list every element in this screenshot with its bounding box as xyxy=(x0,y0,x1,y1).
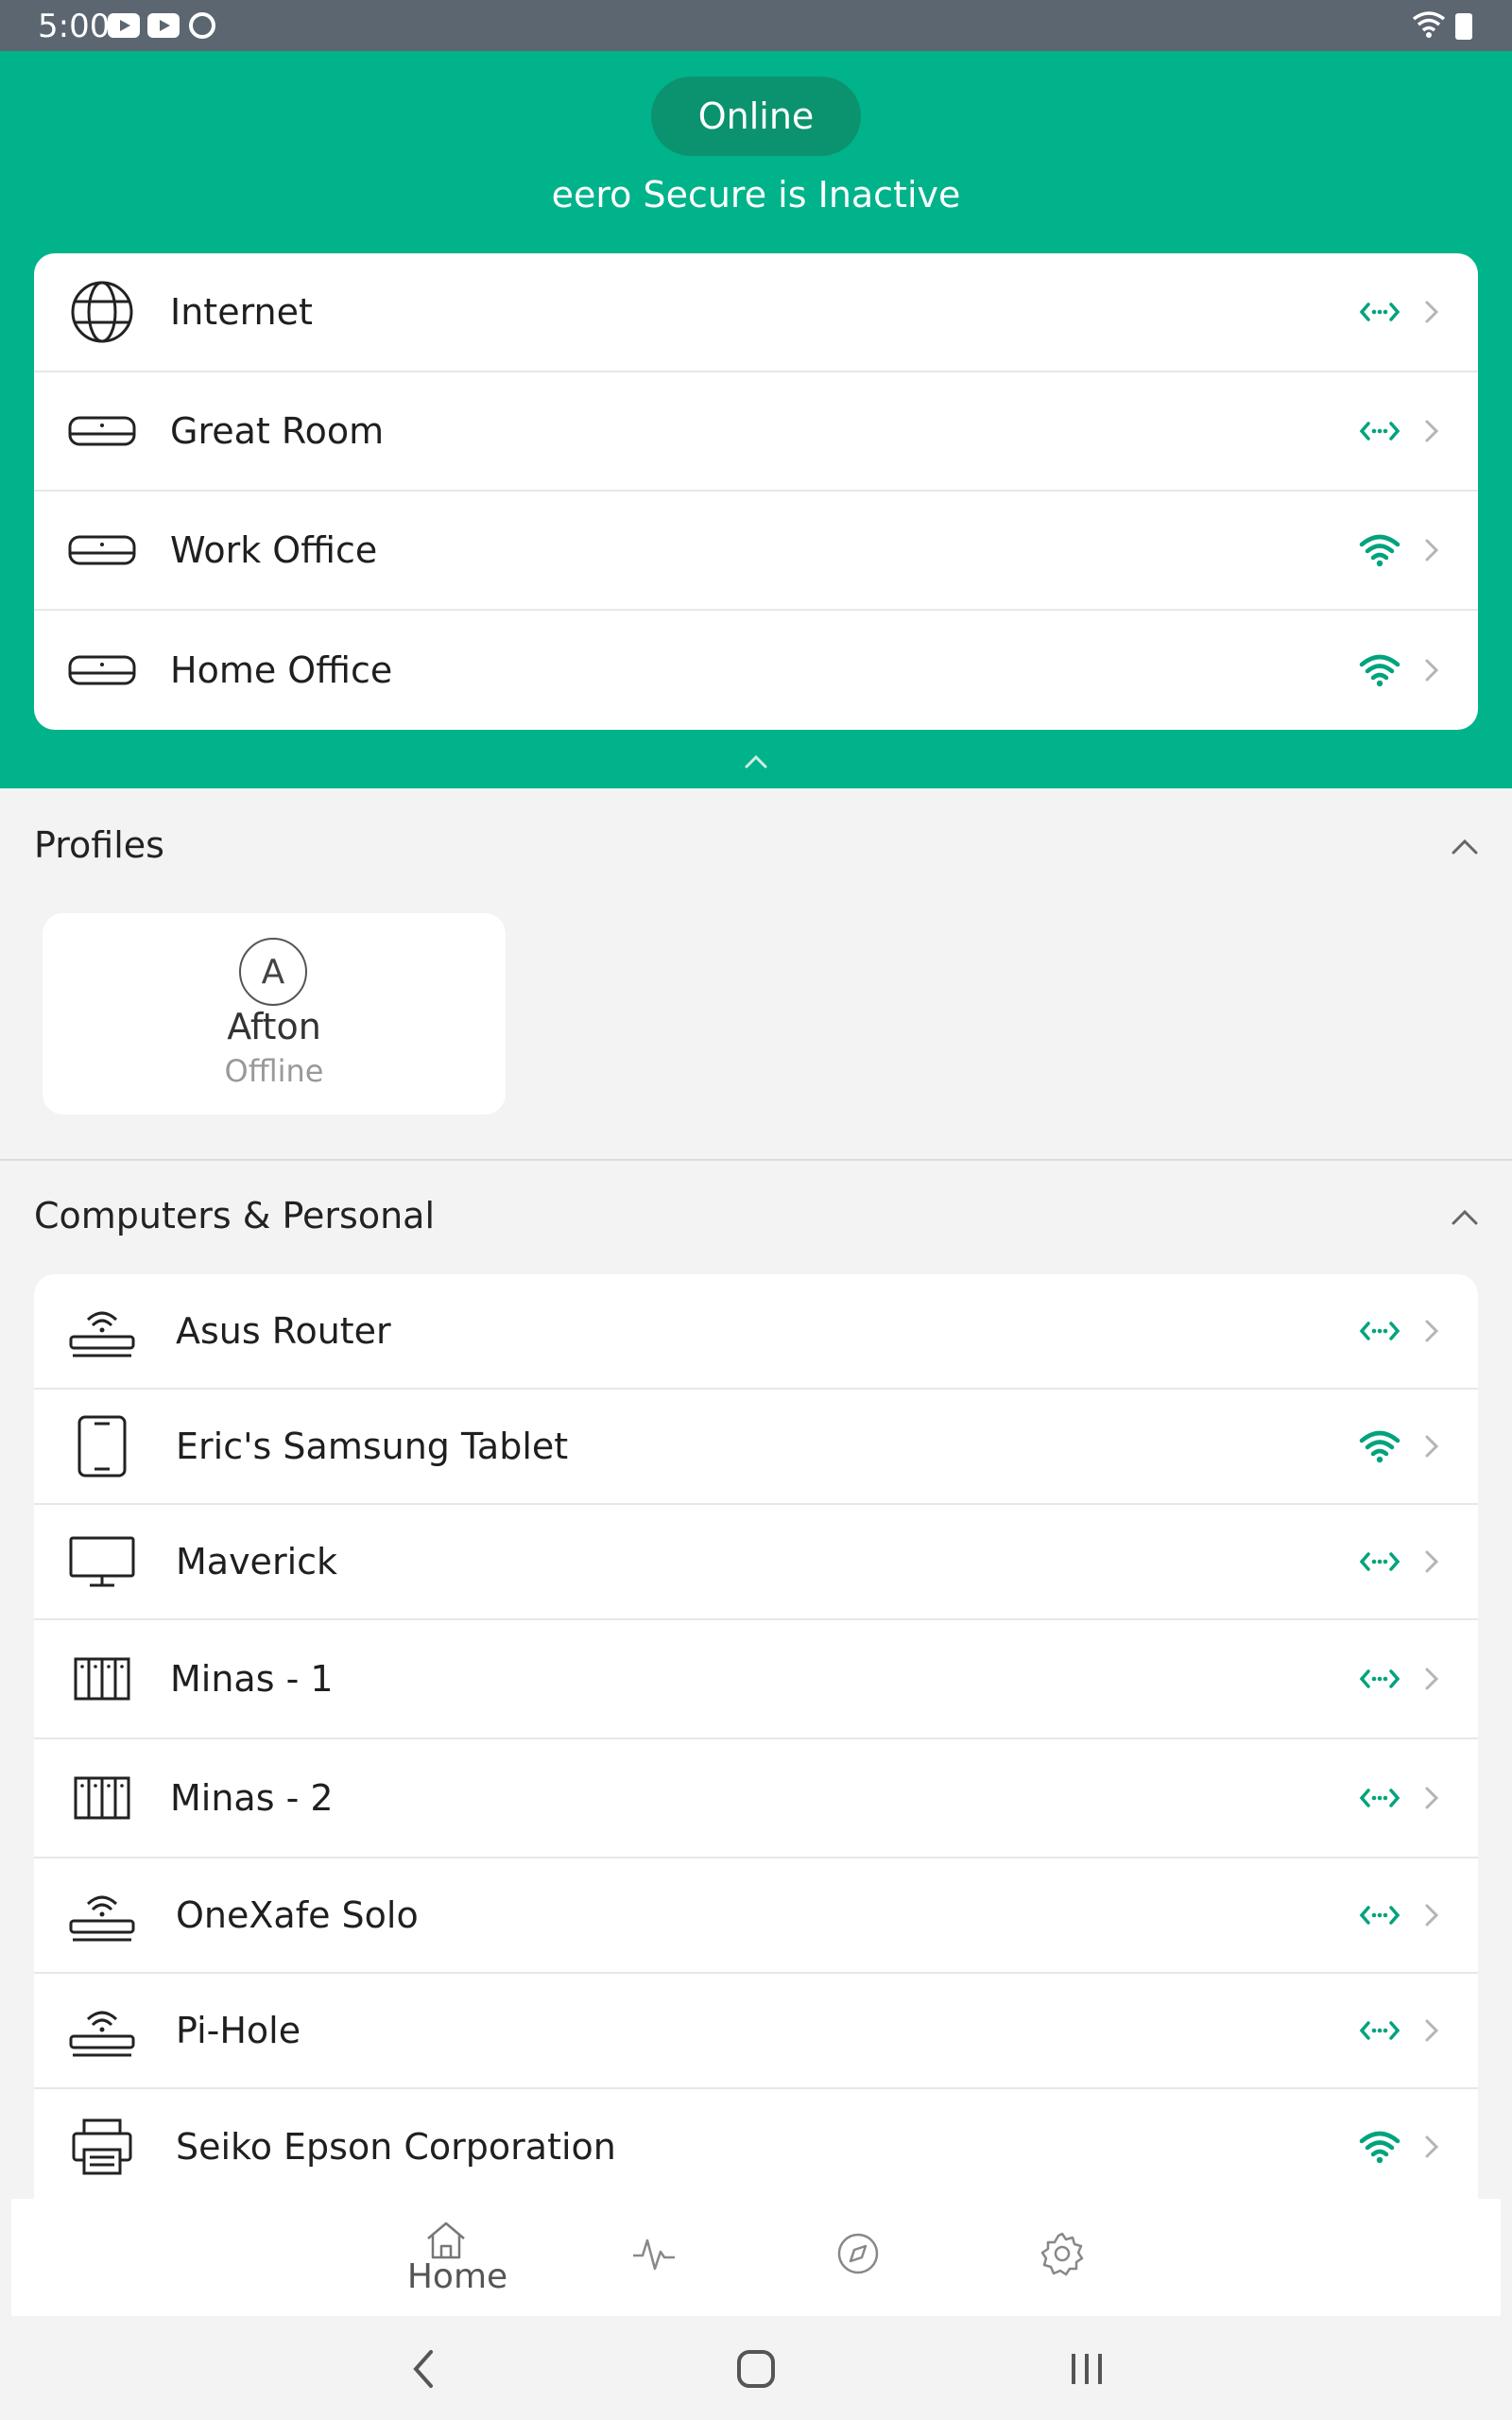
collapse-profiles-chevron-icon[interactable] xyxy=(1450,832,1480,862)
wired-connection-icon xyxy=(1359,291,1400,333)
device-row-minas-1[interactable]: Minas - 1 xyxy=(34,1620,1478,1739)
monitor-icon xyxy=(68,1528,136,1596)
device-row-onexafe-solo[interactable]: OneXafe Solo xyxy=(34,1858,1478,1974)
chevron-right-icon xyxy=(1425,2019,1439,2042)
eero-device-icon xyxy=(68,636,136,704)
device-label: Seiko Epson Corporation xyxy=(176,2126,616,2168)
wifi-connection-icon xyxy=(1359,2126,1400,2168)
device-label: Asus Router xyxy=(176,1310,391,1352)
profiles-section-title: Profiles xyxy=(34,824,164,866)
eero-device-icon xyxy=(68,516,136,584)
server-icon xyxy=(68,1764,136,1832)
globe-icon xyxy=(68,278,136,346)
router-icon xyxy=(68,1996,136,2065)
node-row-home-office[interactable]: Home Office xyxy=(34,611,1478,730)
wired-connection-icon xyxy=(1359,1894,1400,1936)
chevron-right-icon xyxy=(1425,1320,1439,1342)
device-row-seiko-epson[interactable]: Seiko Epson Corporation xyxy=(34,2089,1478,2204)
device-row-maverick[interactable]: Maverick xyxy=(34,1505,1478,1620)
device-label: Maverick xyxy=(176,1541,338,1582)
wifi-connection-icon xyxy=(1359,649,1400,691)
wired-connection-icon xyxy=(1359,1541,1400,1582)
wifi-status-icon xyxy=(1412,11,1446,38)
bottom-tab-bar: Home xyxy=(11,2199,1501,2316)
profile-status: Offline xyxy=(224,1053,324,1089)
wifi-connection-icon xyxy=(1359,529,1400,571)
devices-section-title: Computers & Personal xyxy=(34,1195,436,1236)
youtube-icon xyxy=(147,13,180,38)
device-row-erics-samsung-tablet[interactable]: Eric's Samsung Tablet xyxy=(34,1390,1478,1505)
device-row-minas-2[interactable]: Minas - 2 xyxy=(34,1739,1478,1858)
chevron-right-icon xyxy=(1425,659,1439,682)
chevron-right-icon xyxy=(1425,1668,1439,1690)
printer-icon xyxy=(68,2113,136,2181)
section-divider xyxy=(0,1159,1512,1161)
node-label: Home Office xyxy=(170,649,393,691)
router-icon xyxy=(68,1881,136,1949)
device-row-asus-router[interactable]: Asus Router xyxy=(34,1274,1478,1390)
status-bar: 5:00 xyxy=(0,0,1512,51)
chevron-right-icon xyxy=(1425,2135,1439,2158)
recent-apps-icon[interactable] xyxy=(1068,2348,1106,2390)
activity-icon[interactable] xyxy=(631,2231,677,2276)
node-row-work-office[interactable]: Work Office xyxy=(34,492,1478,611)
avatar: A xyxy=(239,938,307,1006)
chevron-right-icon xyxy=(1425,1787,1439,1809)
device-label: Eric's Samsung Tablet xyxy=(176,1426,569,1467)
home-button-icon[interactable] xyxy=(735,2348,777,2390)
discover-icon[interactable] xyxy=(835,2231,881,2276)
youtube-icon xyxy=(108,13,140,38)
settings-icon[interactable] xyxy=(1040,2231,1085,2276)
node-label: Internet xyxy=(170,291,313,333)
router-icon xyxy=(68,1297,136,1365)
device-label: OneXafe Solo xyxy=(176,1894,419,1936)
device-label: Pi-Hole xyxy=(176,2010,301,2051)
device-label: Minas - 2 xyxy=(170,1777,334,1819)
device-label: Minas - 1 xyxy=(170,1658,334,1700)
sync-icon xyxy=(189,12,215,39)
profile-name: Afton xyxy=(227,1006,321,1047)
chevron-right-icon xyxy=(1425,1904,1439,1927)
eero-secure-status[interactable]: eero Secure is Inactive xyxy=(0,174,1512,216)
node-label: Great Room xyxy=(170,410,385,452)
node-row-great-room[interactable]: Great Room xyxy=(34,372,1478,492)
network-nodes-card: Internet Great Room Work Office Home Off… xyxy=(34,253,1478,730)
profile-card-afton[interactable]: A Afton Offline xyxy=(43,913,506,1115)
node-label: Work Office xyxy=(170,529,378,571)
eero-device-icon xyxy=(68,397,136,465)
tablet-icon xyxy=(68,1412,136,1480)
wired-connection-icon xyxy=(1359,1658,1400,1700)
chevron-right-icon xyxy=(1425,301,1439,323)
battery-icon xyxy=(1455,13,1472,40)
home-icon[interactable] xyxy=(423,2218,469,2263)
clock: 5:00 xyxy=(38,8,111,45)
chevron-right-icon xyxy=(1425,1550,1439,1573)
device-row-pi-hole[interactable]: Pi-Hole xyxy=(34,1974,1478,2089)
system-navigation-bar xyxy=(0,2316,1512,2420)
online-status-pill[interactable]: Online xyxy=(651,77,861,156)
chevron-right-icon xyxy=(1425,420,1439,442)
back-icon[interactable] xyxy=(406,2348,440,2390)
wired-connection-icon xyxy=(1359,2010,1400,2051)
node-row-internet[interactable]: Internet xyxy=(34,253,1478,372)
wifi-connection-icon xyxy=(1359,1426,1400,1467)
collapse-chevron-icon[interactable] xyxy=(743,749,769,775)
chevron-right-icon xyxy=(1425,539,1439,562)
collapse-devices-chevron-icon[interactable] xyxy=(1450,1202,1480,1233)
chevron-right-icon xyxy=(1425,1435,1439,1458)
wired-connection-icon xyxy=(1359,1777,1400,1819)
wired-connection-icon xyxy=(1359,1310,1400,1352)
tab-home-label[interactable]: Home xyxy=(396,2257,519,2296)
wired-connection-icon xyxy=(1359,410,1400,452)
server-icon xyxy=(68,1645,136,1713)
devices-card: Asus Router Eric's Samsung Tablet Maveri… xyxy=(34,1274,1478,2229)
